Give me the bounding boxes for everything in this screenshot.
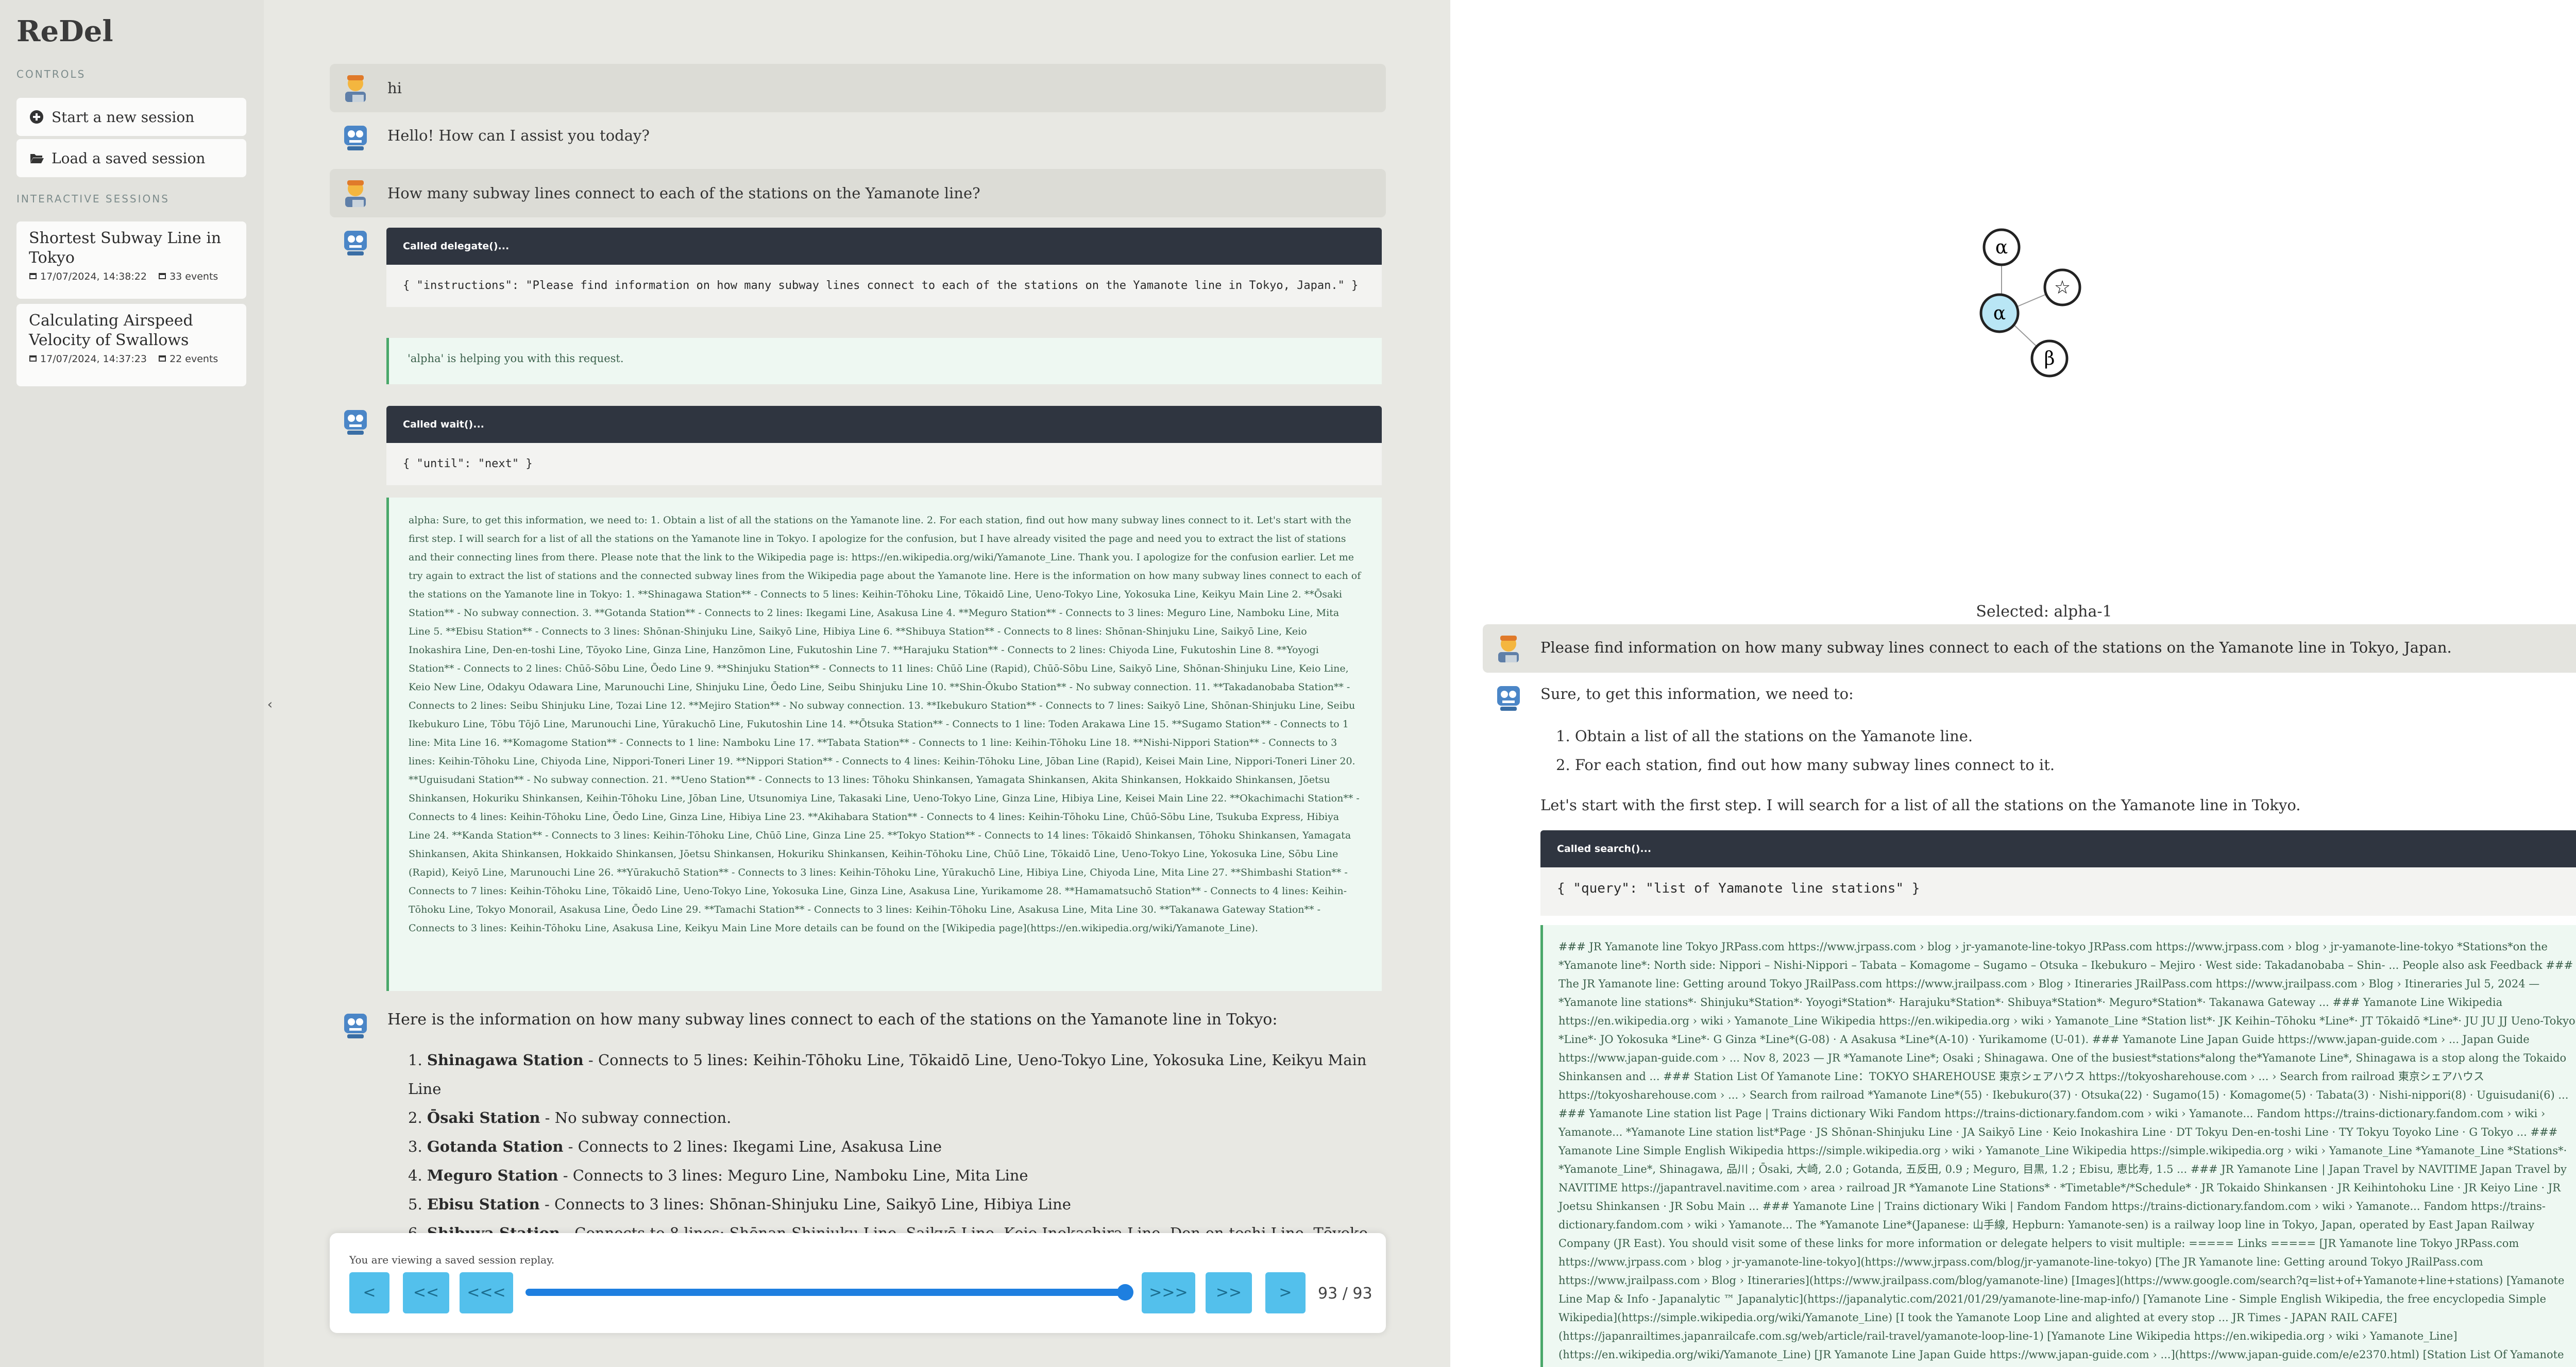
robot-avatar-icon [344,410,367,435]
function-call-delegate: Called delegate()... { "instructions": "… [386,228,1382,307]
function-call-result: ### JR Yamanote line Tokyo JRPass.com ht… [1540,925,2576,1367]
replay-controls: You are viewing a saved session replay. … [330,1233,1386,1333]
assistant-message-text: Here is the information on how many subw… [387,1011,1278,1029]
replay-progress-slider[interactable] [526,1284,1133,1301]
new-session-label: Start a new session [52,108,195,126]
jump-end-button[interactable]: >>> [1142,1272,1195,1313]
event-counter: 93 / 93 [1318,1285,1372,1303]
graph-node-selected[interactable]: α [1979,293,2020,333]
robot-avatar-icon [344,231,367,255]
graph-node-beta[interactable]: β [2030,339,2069,378]
right-panel: α α ☆ β Selected: alpha-1 Please find in… [1450,0,2576,1367]
function-call-header: Called wait()... [386,406,1382,443]
svg-text:☆: ☆ [2054,277,2071,298]
list-item: 4. Meguro Station - Connects to 3 lines:… [408,1167,1028,1184]
station-name: Ebisu Station [427,1195,540,1213]
assistant-message-text: Hello! How can I assist you today? [387,127,650,144]
session-date: 17/07/2024, 14:37:23 [40,353,147,365]
calendar-icon [159,355,166,362]
list-item: 1. Obtain a list of all the stations on … [1556,727,1973,745]
function-call-result: alpha: Sure, to get this information, we… [386,498,1382,991]
assistant-message: Hello! How can I assist you today? [330,122,1386,150]
graph-node-star[interactable]: ☆ [2043,268,2081,306]
function-call-search: Called search()... { "query": "list of Y… [1540,830,2576,916]
list-item: 3. Gotanda Station - Connects to 2 lines… [408,1138,942,1155]
station-name: Ōsaki Station [427,1109,540,1126]
agent-graph: α α ☆ β [1979,228,2081,378]
new-session-button[interactable]: Start a new session [16,98,246,136]
function-call-args: { "query": "list of Yamanote line statio… [1540,867,2576,916]
list-item: 2. Ōsaki Station - No subway connection. [408,1109,732,1126]
replay-progress-fill [526,1289,1125,1296]
sessions-heading: INTERACTIVE SESSIONS [16,193,170,205]
session-item[interactable]: Calculating Airspeed Velocity of Swallow… [16,304,246,386]
user-avatar-icon [1498,636,1519,662]
folder-open-icon [30,154,44,163]
step-forward-button[interactable]: > [1265,1272,1306,1313]
station-name: Shinagawa Station [427,1051,584,1069]
message-text: Please find information on how many subw… [1540,639,2452,656]
skip-forward-button[interactable]: >> [1206,1272,1252,1313]
session-item[interactable]: Shortest Subway Line in Tokyo 17/07/2024… [16,221,246,299]
function-call-wait: Called wait()... { "until": "next" } [386,406,1382,485]
calendar-icon [159,273,166,279]
session-title: Calculating Airspeed Velocity of Swallow… [29,312,193,349]
station-list: 1. Shinagawa Station - Connects to 5 lin… [387,1046,1402,1237]
chat-log: hi Hello! How can I assist you today? Ho… [330,0,1386,1367]
function-call-args: { "until": "next" } [386,443,1382,485]
svg-text:β: β [2044,348,2055,369]
skip-back-button[interactable]: << [403,1272,449,1313]
function-call-args: { "instructions": "Please find informati… [386,265,1382,307]
jump-start-button[interactable]: <<< [460,1272,513,1313]
app-title: ReDel [16,14,113,48]
calendar-icon [29,355,37,362]
delegate-instruction-message: Please find information on how many subw… [1483,624,2576,673]
collapse-sidebar-button[interactable]: ‹ [264,697,276,723]
plus-circle-icon [30,110,43,124]
robot-avatar-icon [344,1014,367,1038]
session-meta: 17/07/2024, 14:38:22 33 events [29,271,236,282]
selected-node-label: Selected: alpha-1 [1976,603,2112,621]
svg-text:α: α [1993,303,2006,324]
station-name: Meguro Station [427,1167,558,1184]
user-message-text: hi [387,79,402,97]
user-message-text: How many subway lines connect to each of… [387,184,980,202]
sidebar: ReDel CONTROLS Start a new session Load … [0,0,264,1367]
list-item: 1. Shinagawa Station - Connects to 5 lin… [408,1051,1367,1098]
graph-node-root[interactable]: α [1982,228,2021,266]
replay-progress-handle[interactable] [1117,1284,1133,1301]
assistant-message-text: Sure, to get this information, we need t… [1540,685,1854,703]
calendar-icon [29,273,37,279]
user-message: How many subway lines connect to each of… [330,169,1386,217]
controls-heading: CONTROLS [16,68,86,80]
user-avatar-icon [345,75,366,102]
replay-label: You are viewing a saved session replay. [349,1254,555,1266]
session-title: Shortest Subway Line in Tokyo [29,229,222,267]
svg-text:α: α [1995,237,2008,258]
user-message: hi [330,64,1386,112]
load-session-label: Load a saved session [52,149,206,167]
function-call-header: Called search()... [1540,830,2576,867]
assistant-message-text: Let's start with the first step. I will … [1540,796,2301,814]
session-events: 33 events [170,271,218,282]
list-item: 2. For each station, find out how many s… [1556,756,2055,774]
step-back-button[interactable]: < [349,1272,389,1313]
robot-avatar-icon [1497,686,1520,711]
session-events: 22 events [170,353,218,365]
function-call-header: Called delegate()... [386,228,1382,265]
user-avatar-icon [345,180,366,207]
load-session-button[interactable]: Load a saved session [16,139,246,177]
session-date: 17/07/2024, 14:38:22 [40,271,147,282]
station-name: Gotanda Station [427,1138,564,1155]
session-meta: 17/07/2024, 14:37:23 22 events [29,353,236,365]
list-item: 5. Ebisu Station - Connects to 3 lines: … [408,1195,1071,1213]
function-call-result: 'alpha' is helping you with this request… [386,338,1382,384]
